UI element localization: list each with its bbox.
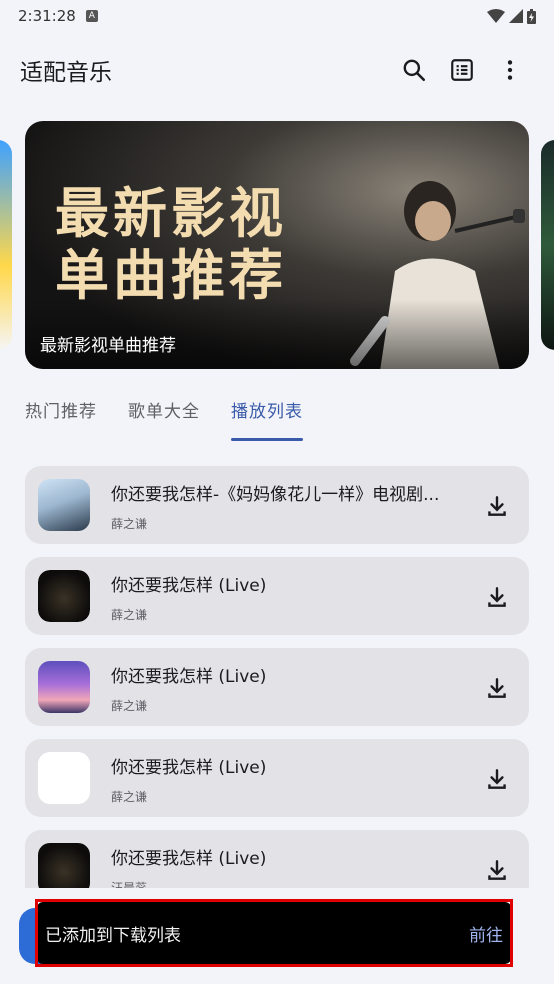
tab-bar: 热门推荐 歌单大全 播放列表 — [25, 392, 303, 442]
snackbar-goto-button[interactable]: 前往 — [469, 913, 503, 954]
more-options-button[interactable] — [486, 46, 534, 94]
banner-card[interactable]: 最新影视 单曲推荐 最新影视单曲推荐 — [25, 121, 529, 369]
wifi-icon — [487, 9, 505, 23]
song-cover — [38, 479, 90, 531]
song-cover — [38, 570, 90, 622]
tab-hot-recommend[interactable]: 热门推荐 — [25, 392, 97, 442]
playlist-icon — [451, 59, 473, 81]
song-artist: 薛之谦 — [111, 699, 148, 713]
song-cover — [38, 752, 90, 804]
playlist-button[interactable] — [438, 46, 486, 94]
notification-a-icon: A — [85, 10, 98, 22]
carousel-prev-card[interactable] — [0, 140, 12, 350]
song-item[interactable]: 你还要我怎样 (Live) 薛之谦 — [25, 557, 529, 635]
song-artist: 薛之谦 — [111, 608, 148, 622]
app-bar: 适配音乐 — [0, 40, 554, 100]
app-actions — [390, 46, 534, 94]
song-title: 你还要我怎样 (Live) — [111, 576, 267, 596]
download-icon[interactable] — [484, 493, 510, 519]
song-artist: 薛之谦 — [111, 517, 148, 531]
banner-carousel[interactable]: 最新影视 单曲推荐 最新影视单曲推荐 — [0, 120, 554, 370]
download-icon[interactable] — [484, 766, 510, 792]
tab-playlists[interactable]: 歌单大全 — [128, 392, 200, 442]
song-cover — [38, 661, 90, 713]
battery-icon — [527, 8, 536, 24]
song-item[interactable]: 你还要我怎样 (Live) 薛之谦 — [25, 739, 529, 817]
download-icon[interactable] — [484, 675, 510, 701]
banner-caption: 最新影视单曲推荐 — [40, 336, 176, 356]
status-icons — [487, 8, 536, 24]
search-icon — [403, 59, 426, 82]
status-time: 2:31:28 — [18, 7, 76, 25]
download-icon[interactable] — [484, 857, 510, 883]
banner-headline-line1: 最新影视 — [55, 182, 287, 245]
song-item[interactable]: 你还要我怎样-《妈妈像花儿一样》电视剧... 薛之谦 — [25, 466, 529, 544]
banner-headline-line2: 单曲推荐 — [55, 244, 287, 307]
song-title: 你还要我怎样-《妈妈像花儿一样》电视剧... — [111, 485, 440, 505]
song-artist: 薛之谦 — [111, 790, 148, 804]
song-title: 你还要我怎样 (Live) — [111, 758, 267, 778]
snackbar-message: 已添加到下载列表 — [45, 925, 181, 946]
search-button[interactable] — [390, 46, 438, 94]
app-title: 适配音乐 — [20, 60, 112, 86]
snackbar: 已添加到下载列表 前往 — [37, 902, 511, 964]
song-title: 你还要我怎样 (Live) — [111, 849, 267, 869]
signal-icon — [509, 9, 523, 23]
song-item[interactable]: 你还要我怎样 (Live) 薛之谦 — [25, 648, 529, 726]
download-icon[interactable] — [484, 584, 510, 610]
status-bar: 2:31:28 A — [0, 0, 554, 32]
banner-headline: 最新影视 单曲推荐 — [55, 183, 287, 307]
song-title: 你还要我怎样 (Live) — [111, 667, 267, 687]
tab-play-queue[interactable]: 播放列表 — [231, 392, 303, 442]
more-vert-icon — [507, 60, 513, 80]
carousel-next-card[interactable] — [541, 140, 554, 350]
